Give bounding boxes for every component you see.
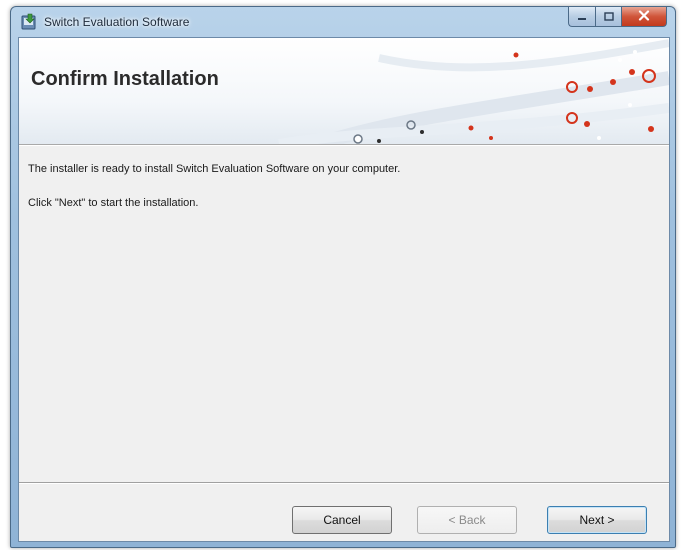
ready-message: The installer is ready to install Switch… <box>28 163 401 175</box>
cancel-button[interactable]: Cancel <box>292 506 392 534</box>
installer-icon <box>20 13 38 31</box>
header-banner: Confirm Installation <box>19 38 669 145</box>
maximize-icon <box>603 8 614 26</box>
caption-buttons <box>568 7 667 27</box>
banner-decoration <box>278 39 669 144</box>
minimize-button[interactable] <box>568 7 595 27</box>
close-icon <box>638 8 650 26</box>
window-title: Switch Evaluation Software <box>44 15 190 29</box>
title-bar[interactable]: Switch Evaluation Software <box>11 7 675 37</box>
banner-divider <box>19 145 669 146</box>
page-title: Confirm Installation <box>31 68 219 90</box>
back-button[interactable]: < Back <box>417 506 517 534</box>
installer-window: Switch Evaluation Software Confirm Insta… <box>10 6 676 548</box>
next-instruction: Click "Next" to start the installation. <box>28 197 199 209</box>
dialog-client-area: Confirm Installation The installer is re… <box>18 37 670 542</box>
next-button[interactable]: Next > <box>547 506 647 534</box>
maximize-button[interactable] <box>595 7 621 27</box>
close-button[interactable] <box>621 7 667 27</box>
footer-divider <box>19 482 669 484</box>
minimize-icon <box>577 8 587 26</box>
